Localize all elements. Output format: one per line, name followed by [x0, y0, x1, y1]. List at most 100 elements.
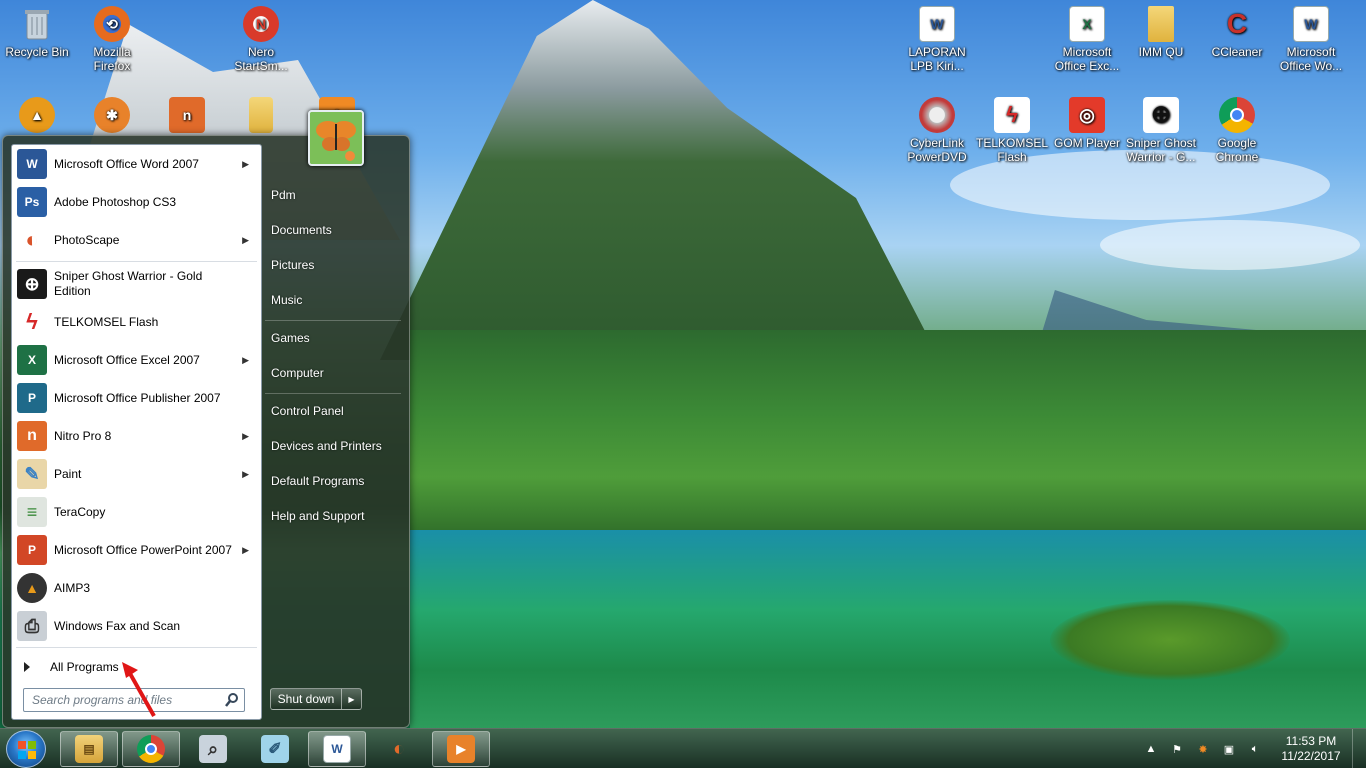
link-label: Computer	[271, 366, 324, 380]
submenu-arrow-icon[interactable]: ▶	[242, 159, 249, 170]
crosshair-icon: ⊕	[17, 269, 47, 299]
nitro-icon: n	[169, 97, 205, 133]
chrome-icon	[137, 735, 165, 763]
word-icon: W	[323, 735, 351, 763]
network-icon[interactable]: ▣	[1221, 741, 1237, 757]
user-folder-link[interactable]: Pdm	[271, 181, 403, 209]
program-label: Microsoft Office Word 2007	[54, 157, 199, 171]
clock[interactable]: 11:53 PM 11/22/2017	[1276, 734, 1346, 764]
link-label: Control Panel	[271, 404, 344, 418]
search-icon[interactable]	[224, 692, 240, 708]
desktop-icon-label: GOM Player	[1053, 136, 1120, 150]
user-account-picture[interactable]	[308, 110, 364, 166]
desktop-icon-label: Mozilla Firefox	[93, 45, 131, 73]
link-label: Pictures	[271, 258, 315, 272]
volume-icon[interactable]: 🔈︎	[1247, 741, 1263, 757]
desktop-icon-gom[interactable]: ◎ GOM Player	[1050, 97, 1124, 150]
separator	[265, 393, 401, 394]
devices-printers-link[interactable]: Devices and Printers	[271, 432, 403, 460]
submenu-arrow-icon[interactable]: ▶	[242, 431, 249, 442]
word-icon: W	[17, 149, 47, 179]
desktop-icon-ccleaner[interactable]: C CCleaner	[1200, 6, 1274, 60]
start-button[interactable]	[6, 730, 46, 768]
telkomsel-icon: ϟ	[17, 307, 47, 337]
firefox-icon: ⟲	[94, 6, 130, 42]
media-player-icon: ▶	[447, 735, 475, 763]
program-paint[interactable]: ✎ Paint ▶	[14, 456, 259, 492]
default-programs-link[interactable]: Default Programs	[271, 467, 403, 495]
desktop-icon-nero[interactable]: N Nero StartSm...	[224, 6, 298, 73]
annotation-arrow-icon	[122, 662, 156, 717]
program-word[interactable]: W Microsoft Office Word 2007 ▶	[14, 146, 259, 182]
desktop-icon-nitro[interactable]: n	[150, 97, 224, 136]
program-fax-scan[interactable]: ⎙ Windows Fax and Scan	[14, 608, 259, 644]
chrome-icon	[1219, 97, 1255, 133]
show-hidden-icons-icon[interactable]: ▲	[1143, 741, 1159, 757]
desktop-icon-telkomsel[interactable]: ϟ TELKOMSEL Flash	[975, 97, 1049, 164]
desktop-icon-firefox[interactable]: ⟲ Mozilla Firefox	[75, 6, 149, 73]
desktop-icon-laporan[interactable]: W LAPORAN LPB Kiri...	[900, 6, 974, 73]
taskbar-notepad[interactable]: ✐	[246, 731, 304, 767]
taskbar-scanner[interactable]: ⌕	[184, 731, 242, 767]
desktop-icon-aimp[interactable]: ▲	[0, 97, 74, 136]
program-telkomsel-flash[interactable]: ϟ TELKOMSEL Flash	[14, 304, 259, 340]
avast-icon[interactable]: ✸	[1195, 741, 1211, 757]
program-publisher[interactable]: P Microsoft Office Publisher 2007	[14, 380, 259, 416]
shutdown-options-arrow-icon[interactable]: ▶	[342, 688, 362, 710]
control-panel-link[interactable]: Control Panel	[271, 397, 403, 425]
desktop-icon-excel[interactable]: X Microsoft Office Exc...	[1050, 6, 1124, 73]
taskbar-word[interactable]: W	[308, 731, 366, 767]
desktop-icon-label: Microsoft Office Wo...	[1279, 45, 1343, 73]
desktop-icon-sniper[interactable]: ⊕ Sniper Ghost Warrior - G...	[1124, 97, 1198, 164]
desktop-icon-label: TELKOMSEL Flash	[975, 136, 1049, 164]
taskbar-media-player[interactable]: ▶	[432, 731, 490, 767]
help-support-link[interactable]: Help and Support	[271, 502, 403, 530]
shutdown-button[interactable]: Shut down	[270, 688, 342, 710]
mountain-peak	[380, 0, 940, 360]
desktop-icon-word[interactable]: W Microsoft Office Wo...	[1274, 6, 1348, 73]
windows-explorer-icon: ▤	[75, 735, 103, 763]
submenu-arrow-icon[interactable]: ▶	[242, 469, 249, 480]
submenu-arrow-icon[interactable]: ▶	[242, 235, 249, 246]
program-powerpoint[interactable]: P Microsoft Office PowerPoint 2007 ▶	[14, 532, 259, 568]
taskbar-chrome[interactable]	[122, 731, 180, 767]
program-aimp3[interactable]: ▲ AIMP3	[14, 570, 259, 606]
pictures-link[interactable]: Pictures	[271, 251, 403, 279]
desktop-icon-chrome[interactable]: Google Chrome	[1200, 97, 1274, 164]
submenu-arrow-icon[interactable]: ▶	[242, 355, 249, 366]
folder-icon	[1148, 6, 1174, 42]
link-label: Music	[271, 293, 303, 307]
desktop-icon-powerdvd[interactable]: CyberLink PowerDVD	[900, 97, 974, 164]
link-label: Devices and Printers	[271, 439, 382, 453]
desktop-icon-recycle-bin[interactable]: Recycle Bin	[0, 6, 74, 59]
taskbar-explorer[interactable]: ▤	[60, 731, 118, 767]
telkomsel-icon: ϟ	[994, 97, 1030, 133]
program-label: Microsoft Office PowerPoint 2007	[54, 543, 232, 557]
link-label: Default Programs	[271, 474, 365, 488]
desktop-icon-label: LAPORAN LPB Kiri...	[908, 45, 966, 73]
program-nitro-pro[interactable]: n Nitro Pro 8 ▶	[14, 418, 259, 454]
scanner-search-icon: ⌕	[199, 735, 227, 763]
program-photoshop[interactable]: Ps Adobe Photoshop CS3	[14, 184, 259, 220]
program-label: Sniper Ghost Warrior - Gold Edition	[54, 269, 203, 298]
desktop-icon-shortcut[interactable]: ✱	[75, 97, 149, 136]
taskbar-photoscape[interactable]: ◐	[370, 731, 428, 767]
submenu-arrow-icon[interactable]: ▶	[242, 545, 249, 556]
documents-link[interactable]: Documents	[271, 216, 403, 244]
computer-link[interactable]: Computer	[271, 359, 403, 387]
excel-icon: X	[17, 345, 47, 375]
action-center-flag-icon[interactable]: ⚑	[1169, 741, 1185, 757]
program-sniper-ghost-warrior[interactable]: ⊕ Sniper Ghost Warrior - Gold Edition	[14, 264, 259, 304]
desktop-icon-label: Nero StartSm...	[234, 45, 288, 73]
nitro-icon: n	[17, 421, 47, 451]
desktop-icon-label: Google Chrome	[1215, 136, 1259, 164]
program-teracopy[interactable]: ≡ TeraCopy	[14, 494, 259, 530]
games-link[interactable]: Games	[271, 324, 403, 352]
show-desktop-button[interactable]	[1352, 729, 1366, 768]
program-excel[interactable]: X Microsoft Office Excel 2007 ▶	[14, 342, 259, 378]
desktop-icon-imm-qu[interactable]: IMM QU	[1124, 6, 1198, 59]
desktop-icon-folder[interactable]	[224, 97, 298, 136]
program-photoscape[interactable]: ◐ PhotoScape ▶	[14, 222, 259, 258]
separator	[265, 320, 401, 321]
music-link[interactable]: Music	[271, 286, 403, 314]
